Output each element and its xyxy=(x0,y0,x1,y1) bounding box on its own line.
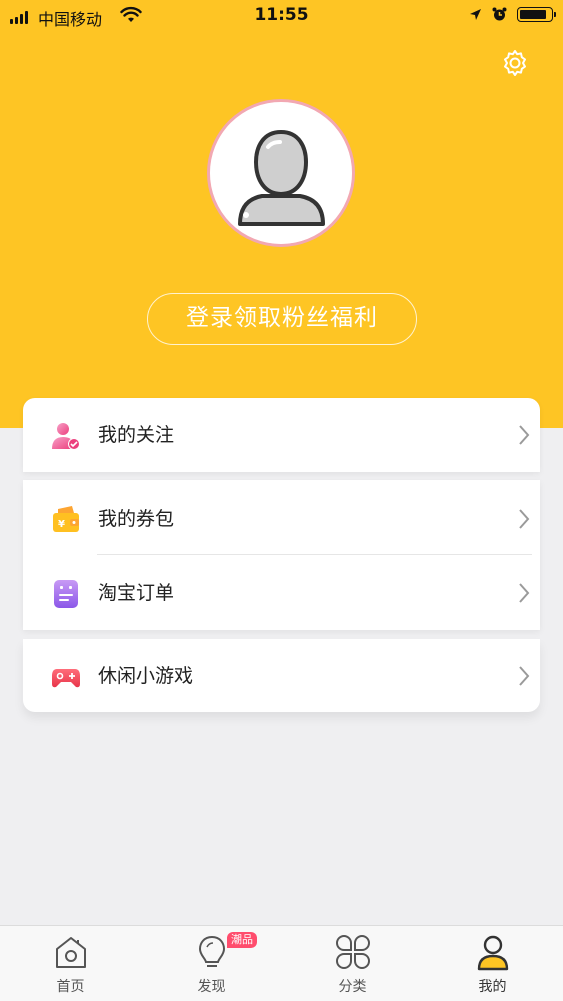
menu-card-follow: 我的关注 xyxy=(23,398,540,472)
wallet-icon: ¥ xyxy=(53,506,79,532)
tab-discover[interactable]: 潮品 发现 xyxy=(141,926,282,1001)
tab-bar: 首页 潮品 发现 分类 我的 xyxy=(0,925,563,1001)
tab-mine[interactable]: 我的 xyxy=(422,926,563,1001)
menu-item-games[interactable]: 休闲小游戏 xyxy=(23,639,540,713)
divider xyxy=(97,554,532,555)
gamepad-icon xyxy=(52,669,80,688)
user-icon xyxy=(477,935,508,971)
tab-label: 分类 xyxy=(338,979,367,995)
menu-item-follow[interactable]: 我的关注 xyxy=(23,398,540,472)
chevron-right-icon xyxy=(519,583,530,603)
battery-icon xyxy=(517,7,556,22)
tab-home[interactable]: 首页 xyxy=(0,926,141,1001)
location-icon xyxy=(470,9,481,20)
menu-item-label: 我的关注 xyxy=(98,424,175,446)
new-badge: 潮品 xyxy=(227,932,257,948)
tab-category[interactable]: 分类 xyxy=(282,926,423,1001)
status-bar: 中国移动 11:55 xyxy=(0,0,563,34)
svg-text:¥: ¥ xyxy=(58,519,65,530)
menu-item-label: 休闲小游戏 xyxy=(98,665,194,687)
order-note-icon xyxy=(54,580,78,608)
home-icon xyxy=(55,937,86,968)
tab-label: 我的 xyxy=(478,979,507,995)
lightbulb-icon xyxy=(198,935,225,967)
menu-card-orders: ¥ 我的券包 淘宝订单 xyxy=(23,480,540,630)
follow-user-icon xyxy=(52,423,80,450)
chevron-right-icon xyxy=(519,425,530,445)
menu-item-coupon[interactable]: ¥ 我的券包 xyxy=(23,482,540,556)
menu-item-label: 我的券包 xyxy=(98,508,175,530)
menu-item-taobao-order[interactable]: 淘宝订单 xyxy=(23,556,540,630)
category-grid-icon xyxy=(335,935,370,969)
default-avatar-icon xyxy=(210,102,352,244)
menu-item-label: 淘宝订单 xyxy=(98,582,175,604)
menu-card-games: 休闲小游戏 xyxy=(23,639,540,712)
chevron-right-icon xyxy=(519,509,530,529)
avatar[interactable] xyxy=(207,99,355,247)
gear-icon[interactable] xyxy=(500,48,530,78)
login-button[interactable]: 登录领取粉丝福利 xyxy=(147,293,417,345)
tab-label: 发现 xyxy=(197,979,226,995)
alarm-icon xyxy=(492,7,507,21)
chevron-right-icon xyxy=(519,666,530,686)
tab-label: 首页 xyxy=(56,979,85,995)
